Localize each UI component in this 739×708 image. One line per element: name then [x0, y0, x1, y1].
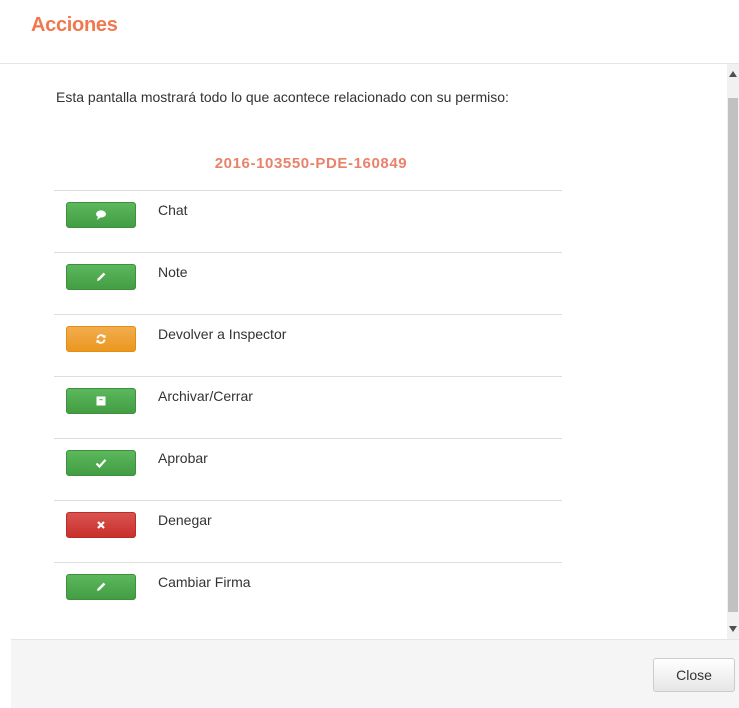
archive-close-button[interactable]: [66, 388, 136, 414]
action-label: Devolver a Inspector: [158, 326, 287, 342]
triangle-down-icon: [729, 626, 737, 632]
pencil-icon: [97, 272, 106, 281]
approve-button[interactable]: [66, 450, 136, 476]
modal-title: Acciones: [31, 14, 118, 36]
scroll-up-arrow[interactable]: [727, 64, 739, 84]
action-label: Aprobar: [158, 450, 208, 466]
deny-button[interactable]: [66, 512, 136, 538]
comment-icon: [96, 210, 106, 220]
return-to-inspector-button[interactable]: [66, 326, 136, 352]
action-row-archivar: Archivar/Cerrar: [54, 376, 562, 438]
modal-footer: Close: [11, 639, 739, 708]
note-button[interactable]: [66, 264, 136, 290]
action-label: Chat: [158, 202, 188, 218]
action-row-chat: Chat: [54, 190, 562, 252]
archive-icon: [96, 396, 106, 406]
check-icon: [95, 459, 107, 469]
scroll-down-arrow[interactable]: [727, 619, 739, 639]
action-row-aprobar: Aprobar: [54, 438, 562, 500]
action-label: Cambiar Firma: [158, 574, 251, 590]
action-row-denegar: Denegar: [54, 500, 562, 562]
close-icon: [97, 521, 105, 529]
action-row-cambiar-firma: Cambiar Firma: [54, 562, 562, 624]
intro-text: Esta pantalla mostrará todo lo que acont…: [56, 89, 509, 105]
action-row-note: Note: [54, 252, 562, 314]
vertical-scrollbar[interactable]: [727, 64, 739, 639]
modal-header: Acciones: [0, 0, 739, 64]
close-button[interactable]: Close: [653, 658, 735, 692]
change-signature-button[interactable]: [66, 574, 136, 600]
triangle-up-icon: [729, 71, 737, 77]
pencil-icon: [97, 582, 106, 591]
action-label: Denegar: [158, 512, 212, 528]
scroll-thumb[interactable]: [728, 98, 738, 612]
action-label: Archivar/Cerrar: [158, 388, 253, 404]
modal-body: Esta pantalla mostrará todo lo que acont…: [11, 64, 727, 639]
action-list: Chat Note Devolver a Inspector Archivar/…: [54, 190, 562, 624]
chat-button[interactable]: [66, 202, 136, 228]
action-label: Note: [158, 264, 188, 280]
permit-number: 2016-103550-PDE-160849: [214, 155, 408, 172]
refresh-icon: [96, 334, 106, 344]
action-row-devolver: Devolver a Inspector: [54, 314, 562, 376]
